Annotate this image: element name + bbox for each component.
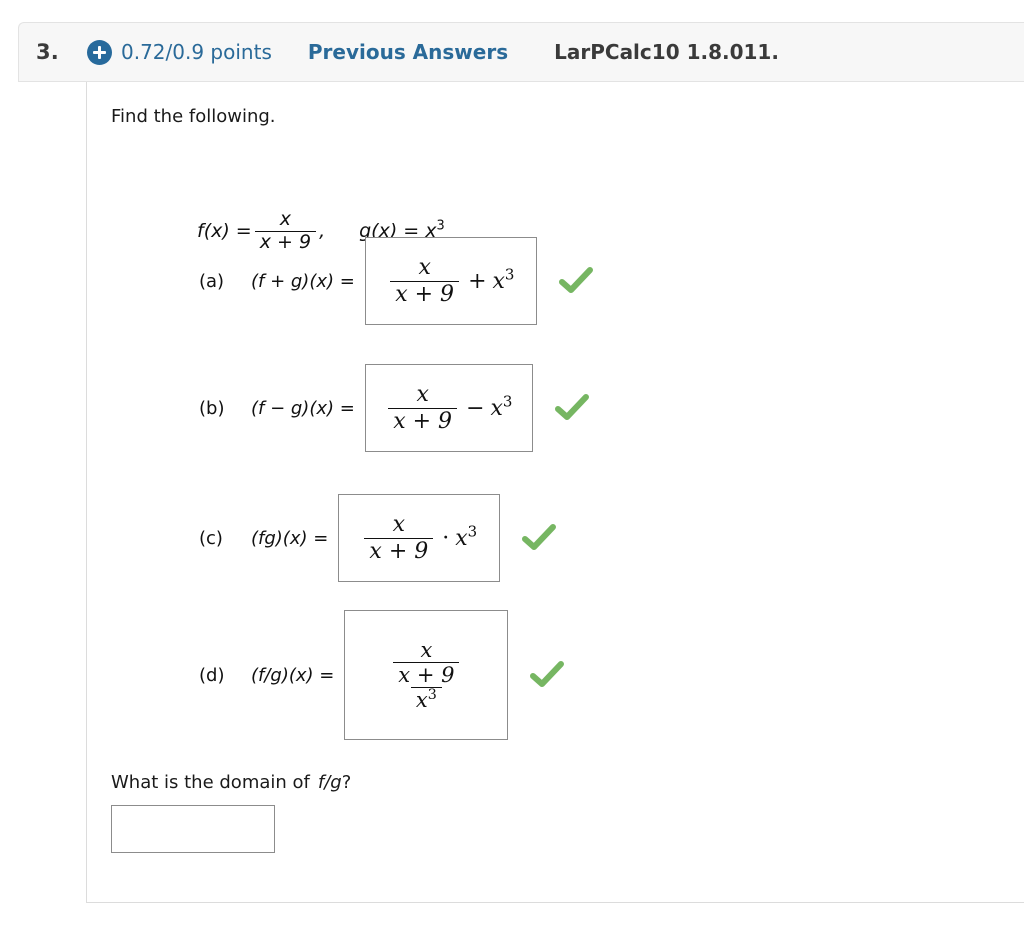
answer-d-inner-fraction: x x + 9 <box>393 637 460 686</box>
g-value-exponent: 3 <box>436 219 445 235</box>
part-label-a: (a) <box>199 270 225 292</box>
domain-question-suffix: ? <box>341 772 352 793</box>
answer-a-operator: + <box>468 268 487 294</box>
question-body: Find the following. f(x) = x x + 9 , g(x… <box>86 82 1024 903</box>
answer-b-operator: − <box>466 395 485 421</box>
answer-expression-b: x x + 9 − x3 <box>385 382 513 433</box>
part-label-d: (d) <box>199 664 225 686</box>
answer-d-inner-denominator: x + 9 <box>393 661 460 686</box>
answer-d-outer-denominator-base: x <box>415 688 428 713</box>
answer-c-term-exponent: 3 <box>467 522 478 541</box>
answer-d-outer-denominator-exponent: 3 <box>427 687 437 704</box>
answer-a-term-base: x <box>492 268 505 294</box>
part-expression-a: (f + g)(x) = <box>251 270 355 292</box>
answer-expression-a: x x + 9 + x3 <box>387 255 515 306</box>
question-header: 3. 0.72/0.9 points Previous Answers LarP… <box>18 22 1024 82</box>
answer-c-operator: · <box>442 525 450 551</box>
answer-expression-d: x x + 9 x3 <box>382 639 470 711</box>
part-row-a: (a) (f + g)(x) = x x + 9 + x3 <box>199 237 593 325</box>
f-numerator: x <box>279 208 292 230</box>
part-expression-b: (f − g)(x) = <box>251 397 355 419</box>
part-expression-d: (f/g)(x) = <box>251 664 335 686</box>
answer-box-b[interactable]: x x + 9 − x3 <box>364 364 533 452</box>
answer-d-outer-fraction: x x + 9 x3 <box>385 639 467 711</box>
answer-b-numerator: x <box>416 382 429 408</box>
plus-circle-icon[interactable] <box>87 39 112 65</box>
points-group: 0.72/0.9 points <box>87 39 272 65</box>
green-check-icon-d <box>530 661 565 687</box>
answer-expression-c: x x + 9 · x3 <box>361 512 477 563</box>
part-row-d: (d) (f/g)(x) = x x + 9 x3 <box>199 610 565 740</box>
answer-b-term-exponent: 3 <box>502 392 513 411</box>
question-prompt: Find the following. <box>111 106 276 127</box>
points-earned-label: 0.72/0.9 points <box>121 40 272 64</box>
part-expression-c: (fg)(x) = <box>251 527 329 549</box>
part-row-c: (c) (fg)(x) = x x + 9 · x3 <box>199 494 557 582</box>
answer-c-fraction: x x + 9 <box>364 512 434 563</box>
green-check-icon-a <box>558 267 593 293</box>
answer-d-inner-fraction-wrapper: x x + 9 <box>385 639 467 687</box>
answer-b-fraction: x x + 9 <box>388 382 458 433</box>
answer-b-term: x3 <box>490 394 513 421</box>
part-row-b: (b) (f − g)(x) = x x + 9 − x3 <box>199 364 589 452</box>
answer-a-denominator: x + 9 <box>390 280 460 306</box>
answer-d-outer-denominator: x3 <box>410 687 442 713</box>
answer-c-term: x3 <box>455 524 477 551</box>
answer-box-c[interactable]: x x + 9 · x3 <box>338 494 501 582</box>
green-check-icon-c <box>522 524 557 550</box>
answer-a-term-exponent: 3 <box>504 265 515 284</box>
answer-b-term-base: x <box>490 395 503 421</box>
answer-b-denominator: x + 9 <box>388 407 458 433</box>
answer-c-denominator: x + 9 <box>364 537 434 563</box>
green-check-icon-b <box>554 394 589 420</box>
domain-question: What is the domain of f/g? <box>111 772 351 793</box>
part-label-c: (c) <box>199 527 223 549</box>
domain-question-text: What is the domain of <box>111 772 310 793</box>
domain-answer-input[interactable] <box>111 805 275 853</box>
previous-answers-link[interactable]: Previous Answers <box>308 40 508 64</box>
textbook-reference-label: LarPCalc10 1.8.011. <box>554 40 779 64</box>
part-label-b: (b) <box>199 397 225 419</box>
domain-question-function: f/g <box>317 772 342 793</box>
answer-a-fraction: x x + 9 <box>390 255 460 306</box>
answer-box-d[interactable]: x x + 9 x3 <box>344 610 509 740</box>
answer-a-numerator: x <box>418 255 431 281</box>
question-number: 3. <box>36 40 59 64</box>
answer-c-numerator: x <box>392 512 406 538</box>
answer-c-term-base: x <box>455 525 468 551</box>
answer-box-a[interactable]: x x + 9 + x3 <box>364 237 537 325</box>
answer-d-inner-numerator: x <box>420 637 433 662</box>
answer-a-term: x3 <box>492 267 515 294</box>
